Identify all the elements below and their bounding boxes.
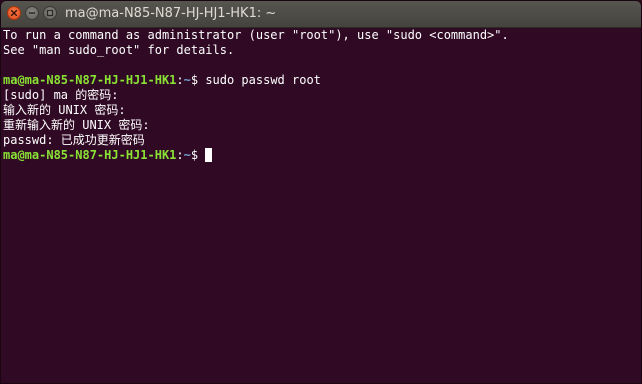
maximize-button[interactable] bbox=[43, 6, 57, 20]
output-line: passwd: 已成功更新密码 bbox=[3, 133, 145, 147]
active-prompt-line[interactable]: ma@ma-N85-N87-HJ-HJ1-HK1:~$ bbox=[3, 148, 641, 163]
prompt-symbol: $ bbox=[190, 73, 206, 87]
output-line: [sudo] ma 的密码: bbox=[3, 88, 119, 102]
terminal-window: ma@ma-N85-N87-HJ-HJ1-HK1: ~ To run a com… bbox=[0, 0, 642, 384]
title-bar[interactable]: ma@ma-N85-N87-HJ-HJ1-HK1: ~ bbox=[1, 1, 641, 28]
text-cursor[interactable] bbox=[205, 148, 213, 162]
prompt-path: ~ bbox=[183, 148, 191, 162]
minimize-icon bbox=[28, 12, 36, 14]
intro-line: To run a command as administrator (user … bbox=[3, 28, 509, 42]
minimize-button[interactable] bbox=[25, 6, 39, 20]
prompt-symbol: $ bbox=[190, 148, 206, 162]
maximize-icon bbox=[46, 9, 54, 17]
output-line: 重新输入新的 UNIX 密码: bbox=[3, 118, 150, 132]
terminal-output[interactable]: To run a command as administrator (user … bbox=[1, 28, 641, 383]
prompt-user: ma@ma-N85-N87-HJ-HJ1-HK1 bbox=[3, 148, 177, 162]
intro-line: See "man sudo_root" for details. bbox=[3, 43, 235, 57]
close-icon bbox=[10, 9, 18, 17]
close-button[interactable] bbox=[7, 6, 21, 20]
command-line: ma@ma-N85-N87-HJ-HJ1-HK1:~$ sudo passwd … bbox=[3, 73, 641, 88]
prompt-colon: : bbox=[176, 148, 184, 162]
prompt-path: ~ bbox=[183, 73, 191, 87]
prompt-colon: : bbox=[176, 73, 184, 87]
command-text: sudo passwd root bbox=[205, 73, 321, 87]
prompt-user: ma@ma-N85-N87-HJ-HJ1-HK1 bbox=[3, 73, 177, 87]
output-line: 输入新的 UNIX 密码: bbox=[3, 103, 126, 117]
window-title: ma@ma-N85-N87-HJ-HJ1-HK1: ~ bbox=[65, 6, 277, 21]
